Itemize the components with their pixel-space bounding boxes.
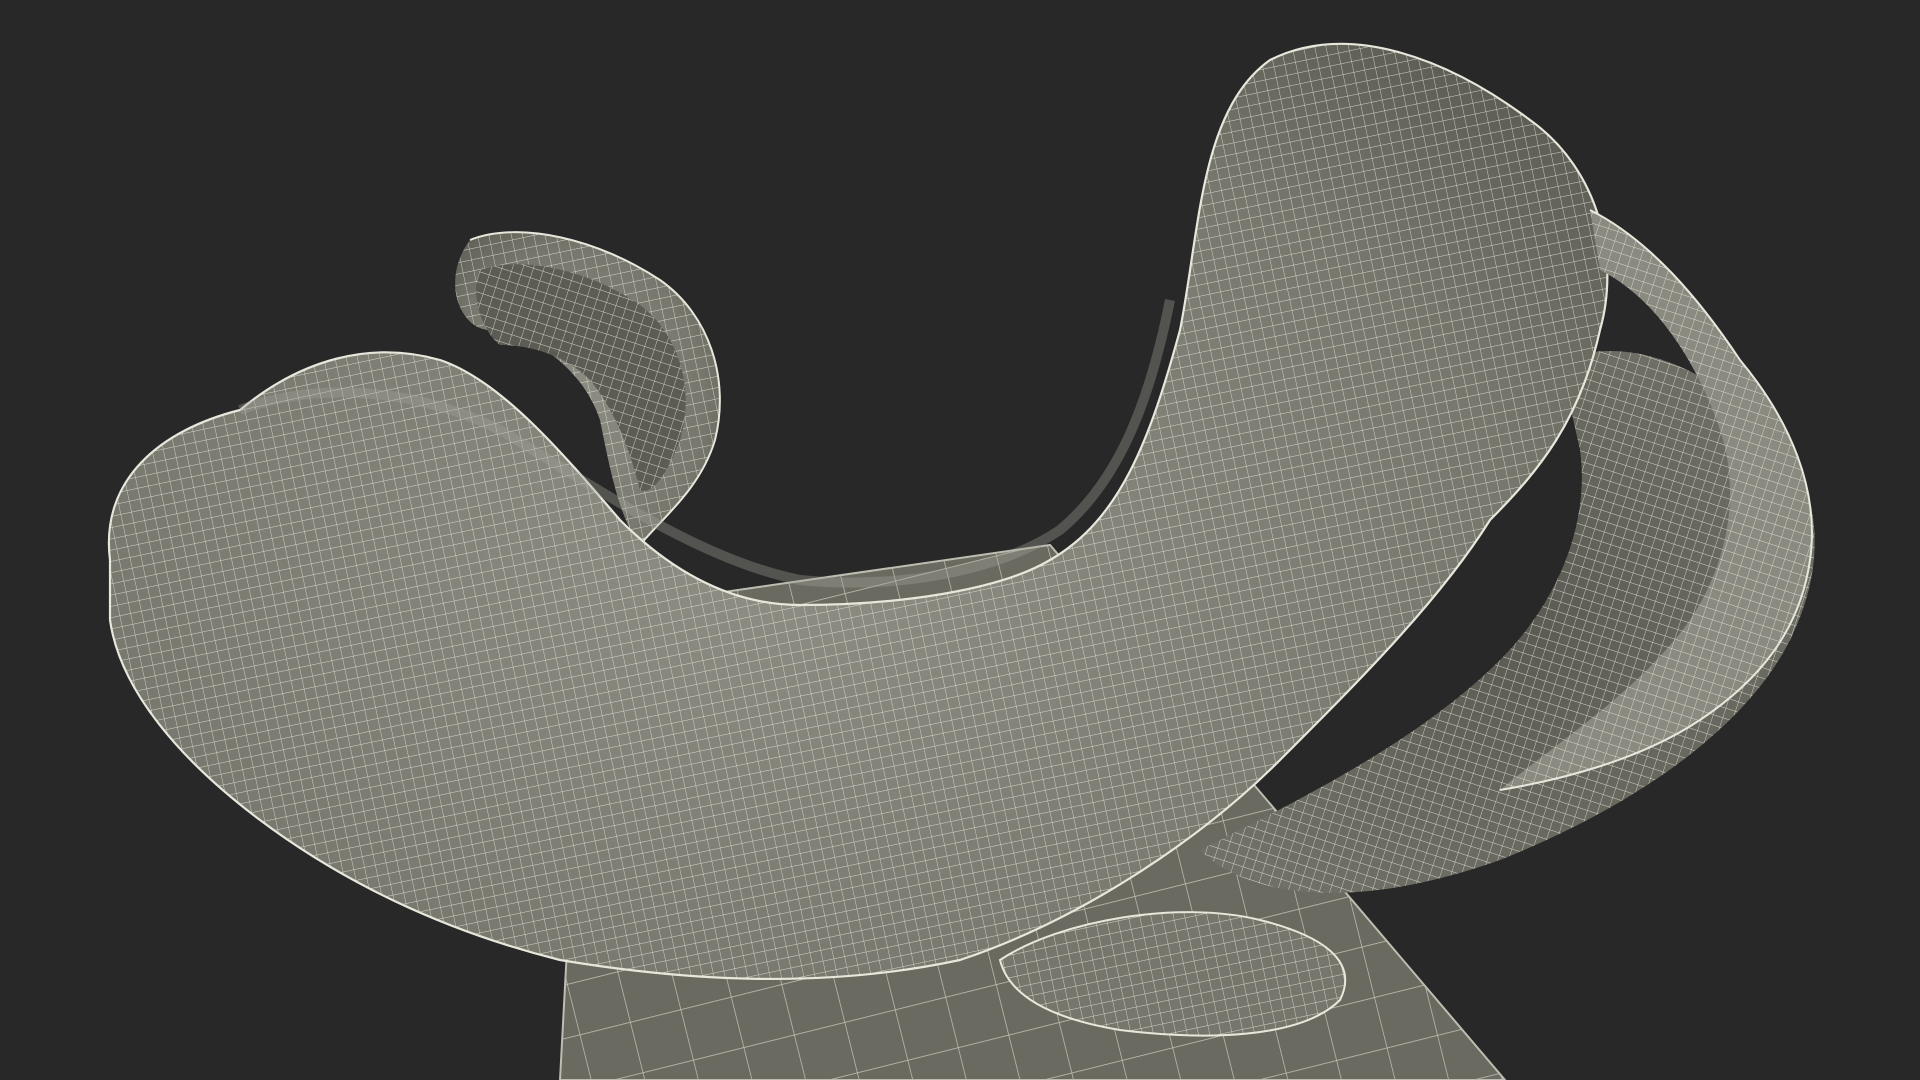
wireframe-render <box>107 42 1815 1080</box>
render-viewport <box>0 0 1920 1080</box>
